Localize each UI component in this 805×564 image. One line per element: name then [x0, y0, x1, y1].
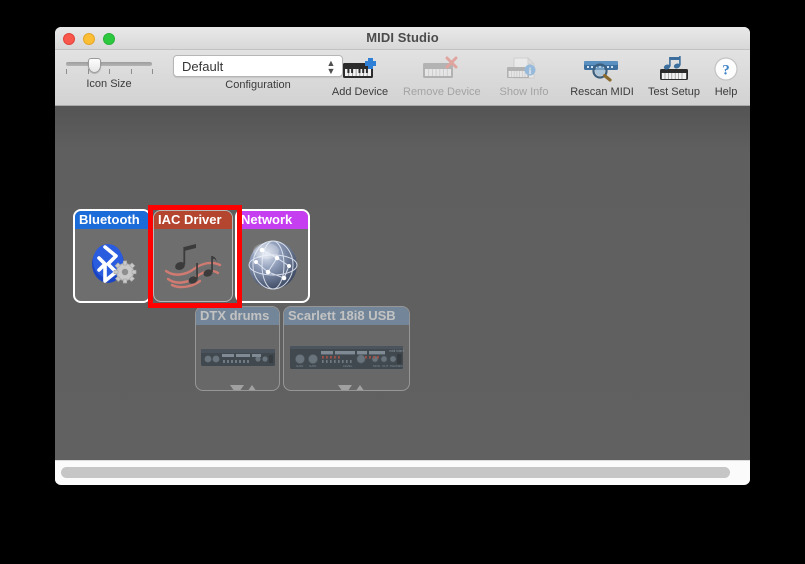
device-name-dtx-drums: DTX drums	[196, 307, 279, 325]
rescan-midi-label: Rescan MIDI	[570, 86, 634, 98]
configuration-value: Default	[182, 59, 224, 74]
svg-text:midi interface: midi interface	[389, 349, 404, 353]
icon-size-ticks	[66, 69, 153, 76]
device-tile-network[interactable]: Network	[235, 209, 310, 303]
midi-studio-canvas[interactable]: Bluetooth IAC Driver Network DTX drums S…	[55, 106, 750, 460]
device-tile-dtx-drums[interactable]: DTX drums	[195, 306, 280, 391]
device-tile-bluetooth[interactable]: Bluetooth	[73, 209, 151, 303]
interface-search-icon	[565, 54, 639, 84]
add-device-label: Add Device	[331, 86, 389, 98]
svg-text:PHONES: PHONES	[390, 364, 403, 368]
help-button[interactable]: ? Help	[703, 54, 749, 98]
question-mark-icon: ?	[703, 54, 749, 84]
device-tile-iac-driver[interactable]: IAC Driver	[153, 210, 233, 302]
device-name-scarlett-18i8-usb: Scarlett 18i8 USB	[284, 307, 409, 325]
music-notes-icon	[164, 244, 222, 289]
help-label: Help	[714, 86, 738, 98]
midi-studio-window: MIDI Studio Icon Size Default ▲ ▼ Configu…	[55, 27, 750, 485]
audio-interface-icon: midi interface	[290, 345, 404, 369]
svg-text:OUT: OUT	[382, 364, 389, 368]
device-icon-iac-driver	[154, 229, 232, 301]
device-icon-scarlett-18i8-usb: midi interface	[284, 325, 409, 390]
configuration-group: Default ▲ ▼ Configuration	[173, 55, 343, 91]
test-setup-button[interactable]: Test Setup	[637, 54, 711, 98]
keyboard-x-icon	[403, 54, 477, 84]
svg-text:?: ?	[722, 63, 730, 79]
keyboard-plus-icon	[323, 54, 397, 84]
svg-text:LEVEL: LEVEL	[343, 364, 353, 368]
device-icon-dtx-drums	[196, 325, 279, 390]
device-name-iac-driver: IAC Driver	[154, 211, 232, 229]
midi-ports-dtx-drums	[230, 385, 259, 390]
device-icon-bluetooth	[75, 229, 149, 301]
remove-device-label: Remove Device	[403, 86, 481, 98]
window-title: MIDI Studio	[366, 30, 439, 45]
svg-text:GAIN: GAIN	[296, 364, 303, 368]
bluetooth-gear-icon	[92, 244, 137, 284]
midi-ports-scarlett-18i8-usb	[338, 385, 367, 390]
rescan-midi-button[interactable]: Rescan MIDI	[565, 54, 639, 98]
globe-network-icon	[248, 240, 297, 290]
icon-size-group: Icon Size	[64, 56, 154, 90]
toolbar: Icon Size Default ▲ ▼ Configuration Add …	[55, 50, 750, 106]
midi-out-port-icon[interactable]	[230, 385, 244, 390]
window-titlebar: MIDI Studio	[55, 27, 750, 50]
svg-text:MON: MON	[373, 364, 380, 368]
horizontal-scrollbar-thumb[interactable]	[61, 467, 730, 478]
remove-device-button[interactable]: Remove Device	[403, 54, 481, 98]
device-icon-network	[237, 229, 308, 301]
keyboard-info-icon: i	[487, 54, 561, 84]
configuration-select[interactable]: Default ▲ ▼	[173, 55, 343, 77]
icon-size-slider[interactable]	[66, 58, 152, 73]
show-info-button[interactable]: i Show Info	[487, 54, 561, 98]
configuration-label: Configuration	[225, 79, 291, 91]
svg-text:GAIN: GAIN	[309, 364, 316, 368]
horizontal-scrollbar[interactable]	[55, 460, 750, 483]
midi-in-port-icon[interactable]	[353, 385, 367, 390]
device-tile-scarlett-18i8-usb[interactable]: Scarlett 18i8 USB midi interface	[283, 306, 410, 391]
midi-module-icon	[200, 348, 275, 366]
icon-size-label: Icon Size	[86, 78, 132, 90]
show-info-label: Show Info	[499, 86, 549, 98]
add-device-button[interactable]: Add Device	[323, 54, 397, 98]
keyboard-notes-icon	[637, 54, 711, 84]
test-setup-label: Test Setup	[648, 86, 700, 98]
device-name-network: Network	[237, 211, 308, 229]
midi-in-port-icon[interactable]	[245, 385, 259, 390]
device-name-bluetooth: Bluetooth	[75, 211, 149, 229]
midi-out-port-icon[interactable]	[338, 385, 352, 390]
